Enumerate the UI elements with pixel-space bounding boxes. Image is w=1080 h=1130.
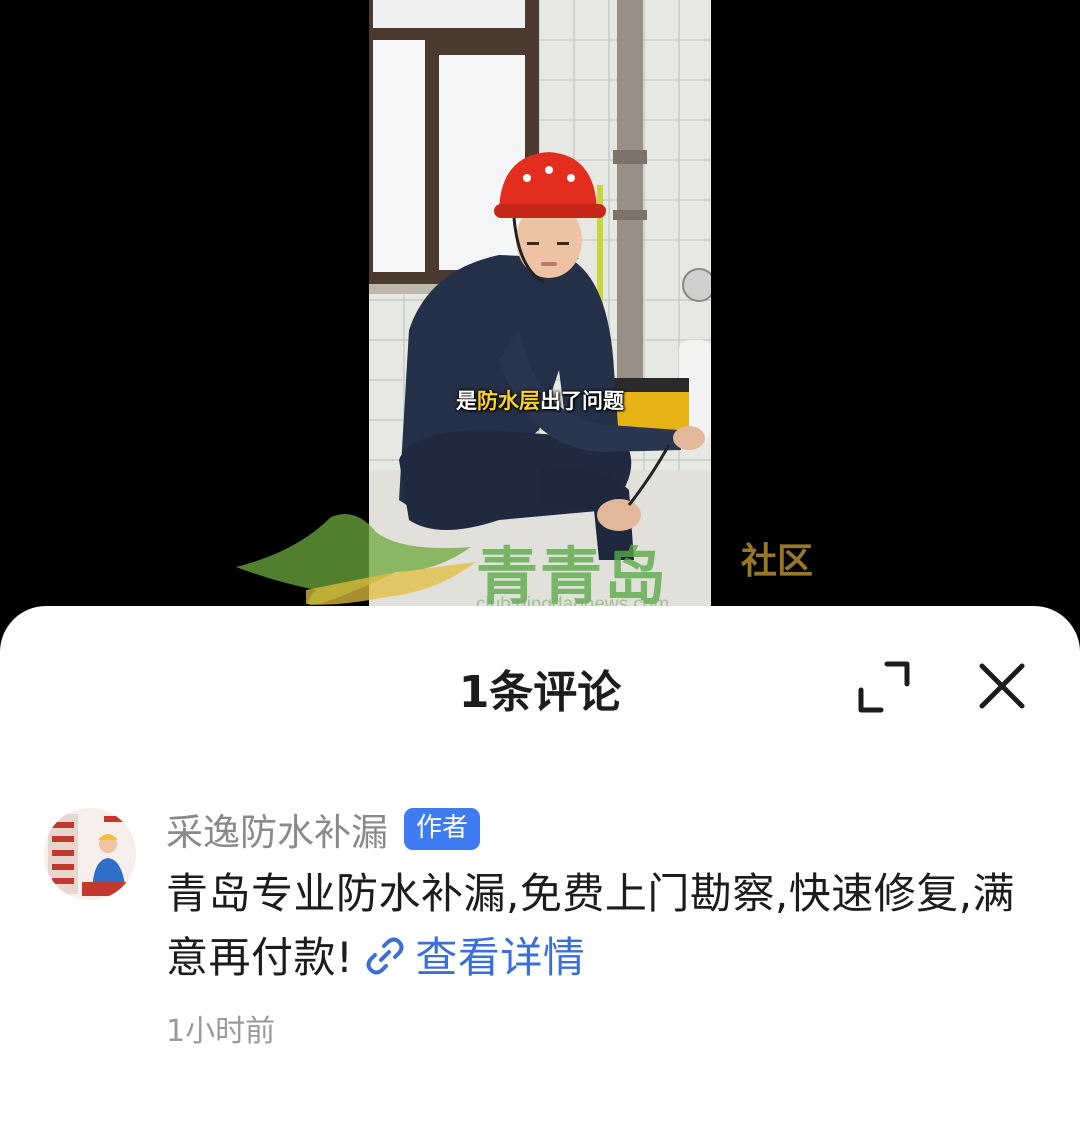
close-icon	[979, 663, 1025, 709]
comment-content: 青岛专业防水补漏,免费上门勘察,快速修复,满意再付款!	[166, 869, 1016, 982]
subtitle-prefix: 是	[456, 389, 477, 413]
video-player[interactable]: 是防水层出了问题 青青岛 社区 club.qingdaonews.com	[0, 0, 1080, 640]
avatar-image	[44, 808, 136, 900]
subtitle-suffix: 出了问题	[540, 389, 624, 413]
expand-icon	[858, 661, 910, 713]
watermark-side-text: 社区	[741, 541, 814, 582]
avatar[interactable]	[44, 808, 136, 900]
close-button[interactable]	[974, 658, 1030, 714]
expand-button[interactable]	[855, 658, 913, 716]
author-name[interactable]: 采逸防水补漏	[166, 802, 388, 856]
subtitle-highlight: 防水层	[477, 389, 540, 413]
author-badge: 作者	[404, 808, 481, 850]
comments-sheet: 1条评论 采逸防水补漏 作者 青岛专业防水补漏,免费上门勘察,快速修复,满意再付…	[0, 606, 1080, 1130]
comment-time: 1小时前	[166, 1014, 276, 1049]
view-details-label: 查看详情	[415, 933, 586, 982]
video-subtitle: 是防水层出了问题	[369, 385, 711, 415]
comment-body: 采逸防水补漏 作者 青岛专业防水补漏,免费上门勘察,快速修复,满意再付款! 查看详…	[166, 802, 1046, 1050]
link-icon	[366, 937, 404, 975]
author-line: 采逸防水补漏 作者	[166, 802, 1046, 856]
view-details-link[interactable]: 查看详情	[353, 933, 585, 982]
comment-text[interactable]: 青岛专业防水补漏,免费上门勘察,快速修复,满意再付款! 查看详情	[166, 862, 1046, 990]
comments-title: 1条评论	[458, 667, 622, 718]
